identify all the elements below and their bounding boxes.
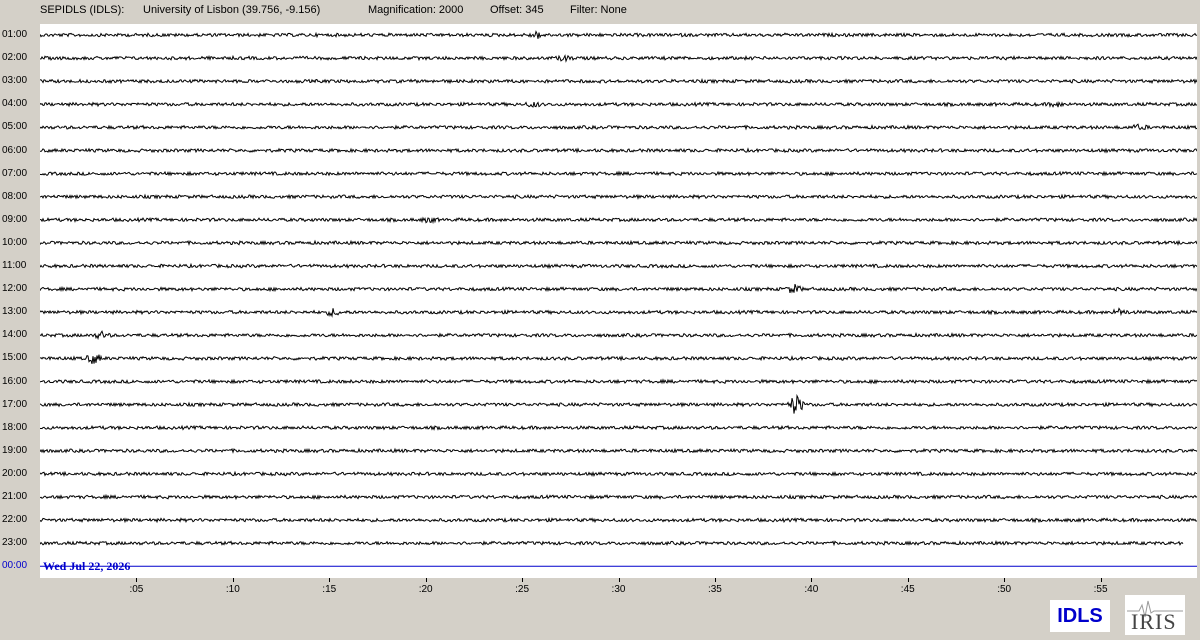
x-tick-label: :05 bbox=[129, 584, 144, 595]
x-tick-mark bbox=[811, 578, 813, 582]
x-tick-label: :50 bbox=[997, 584, 1012, 595]
offset-readout: Offset: 345 bbox=[490, 4, 544, 16]
hour-label: 20:00 bbox=[2, 467, 28, 479]
helicorder-plot bbox=[40, 24, 1197, 578]
date-label: Wed Jul 22, 2026 bbox=[43, 559, 131, 573]
trace-1000 bbox=[40, 239, 1197, 247]
trace-1300 bbox=[40, 307, 1197, 318]
trace-0800 bbox=[40, 193, 1197, 200]
hour-label: 23:00 bbox=[2, 537, 28, 549]
trace-0400 bbox=[40, 101, 1197, 108]
station-code: SEPIDLS (IDLS): bbox=[40, 4, 125, 16]
idls-logo: IDLS bbox=[1050, 600, 1110, 632]
minute-axis: :05 :10 :15 :20 :25 :30 :35 :40 :45 :50 :55 bbox=[40, 578, 1197, 602]
hour-label: 16:00 bbox=[2, 375, 28, 387]
iris-logo-text: IRIS bbox=[1131, 609, 1177, 634]
x-tick-mark bbox=[1100, 578, 1102, 582]
trace-0900 bbox=[40, 216, 1197, 225]
hour-label: 09:00 bbox=[2, 213, 28, 225]
trace-2100 bbox=[40, 493, 1197, 501]
hour-label: 19:00 bbox=[2, 444, 28, 456]
x-tick-mark bbox=[1004, 578, 1006, 582]
hour-label: 21:00 bbox=[2, 491, 28, 502]
trace-1600 bbox=[40, 378, 1197, 385]
trace-1500 bbox=[40, 354, 1197, 365]
seismogram-traces bbox=[40, 30, 1197, 567]
trace-0200 bbox=[40, 54, 1197, 63]
filter-readout: Filter: None bbox=[570, 4, 627, 16]
hour-label: 12:00 bbox=[2, 283, 28, 295]
x-tick-label: :10 bbox=[225, 584, 240, 595]
hour-label: 15:00 bbox=[2, 352, 28, 364]
trace-0100 bbox=[40, 30, 1197, 39]
hour-label: 08:00 bbox=[2, 190, 28, 202]
x-tick-label: :20 bbox=[418, 584, 433, 595]
hour-label: 01:00 bbox=[2, 29, 28, 40]
x-tick-mark bbox=[618, 578, 620, 582]
hour-label: 22:00 bbox=[2, 514, 28, 526]
hour-label: 14:00 bbox=[2, 329, 28, 341]
trace-1400 bbox=[40, 330, 1197, 341]
hour-label: 10:00 bbox=[2, 236, 28, 248]
trace-1100 bbox=[40, 262, 1197, 270]
hour-label: 07:00 bbox=[2, 167, 28, 179]
hour-label: 06:00 bbox=[2, 144, 28, 156]
trace-1700 bbox=[40, 393, 1197, 414]
hour-label: 03:00 bbox=[2, 75, 28, 87]
x-tick-label: :40 bbox=[804, 584, 819, 595]
x-tick-label: :25 bbox=[515, 584, 530, 595]
x-tick-mark bbox=[425, 578, 427, 582]
x-tick-mark bbox=[522, 578, 524, 582]
trace-0600 bbox=[40, 147, 1197, 154]
header-bar: SEPIDLS (IDLS): University of Lisbon (39… bbox=[0, 0, 1200, 22]
x-tick-mark bbox=[907, 578, 909, 582]
hour-label: 11:00 bbox=[2, 260, 27, 271]
x-tick-label: :30 bbox=[611, 584, 626, 595]
x-tick-mark bbox=[714, 578, 716, 582]
trace-2000 bbox=[40, 470, 1197, 478]
hour-label: 13:00 bbox=[2, 306, 28, 318]
trace-2200 bbox=[40, 517, 1197, 524]
x-tick-label: :45 bbox=[900, 584, 915, 595]
hour-label: 00:00 bbox=[2, 560, 28, 572]
x-tick-mark bbox=[329, 578, 331, 582]
trace-1800 bbox=[40, 424, 1197, 431]
x-tick-mark bbox=[232, 578, 234, 582]
x-tick-mark bbox=[136, 578, 138, 582]
x-tick-label: :35 bbox=[707, 584, 722, 595]
hour-label: 17:00 bbox=[2, 398, 28, 410]
station-location: University of Lisbon (39.756, -9.156) bbox=[143, 4, 321, 16]
iris-logo: IRIS bbox=[1125, 595, 1185, 635]
hour-label: 05:00 bbox=[2, 121, 28, 133]
trace-0300 bbox=[40, 78, 1197, 85]
x-tick-label: :15 bbox=[322, 584, 337, 595]
trace-1900 bbox=[40, 447, 1197, 454]
magnification-readout: Magnification: 2000 bbox=[368, 4, 464, 16]
x-tick-label: :55 bbox=[1093, 584, 1108, 595]
hour-label: 04:00 bbox=[2, 98, 28, 110]
trace-2300 bbox=[40, 539, 1184, 547]
trace-0700 bbox=[40, 170, 1197, 177]
trace-1200 bbox=[40, 283, 1197, 294]
hour-label: 18:00 bbox=[2, 421, 28, 433]
hour-label: 02:00 bbox=[2, 52, 28, 64]
trace-0500 bbox=[40, 123, 1197, 131]
